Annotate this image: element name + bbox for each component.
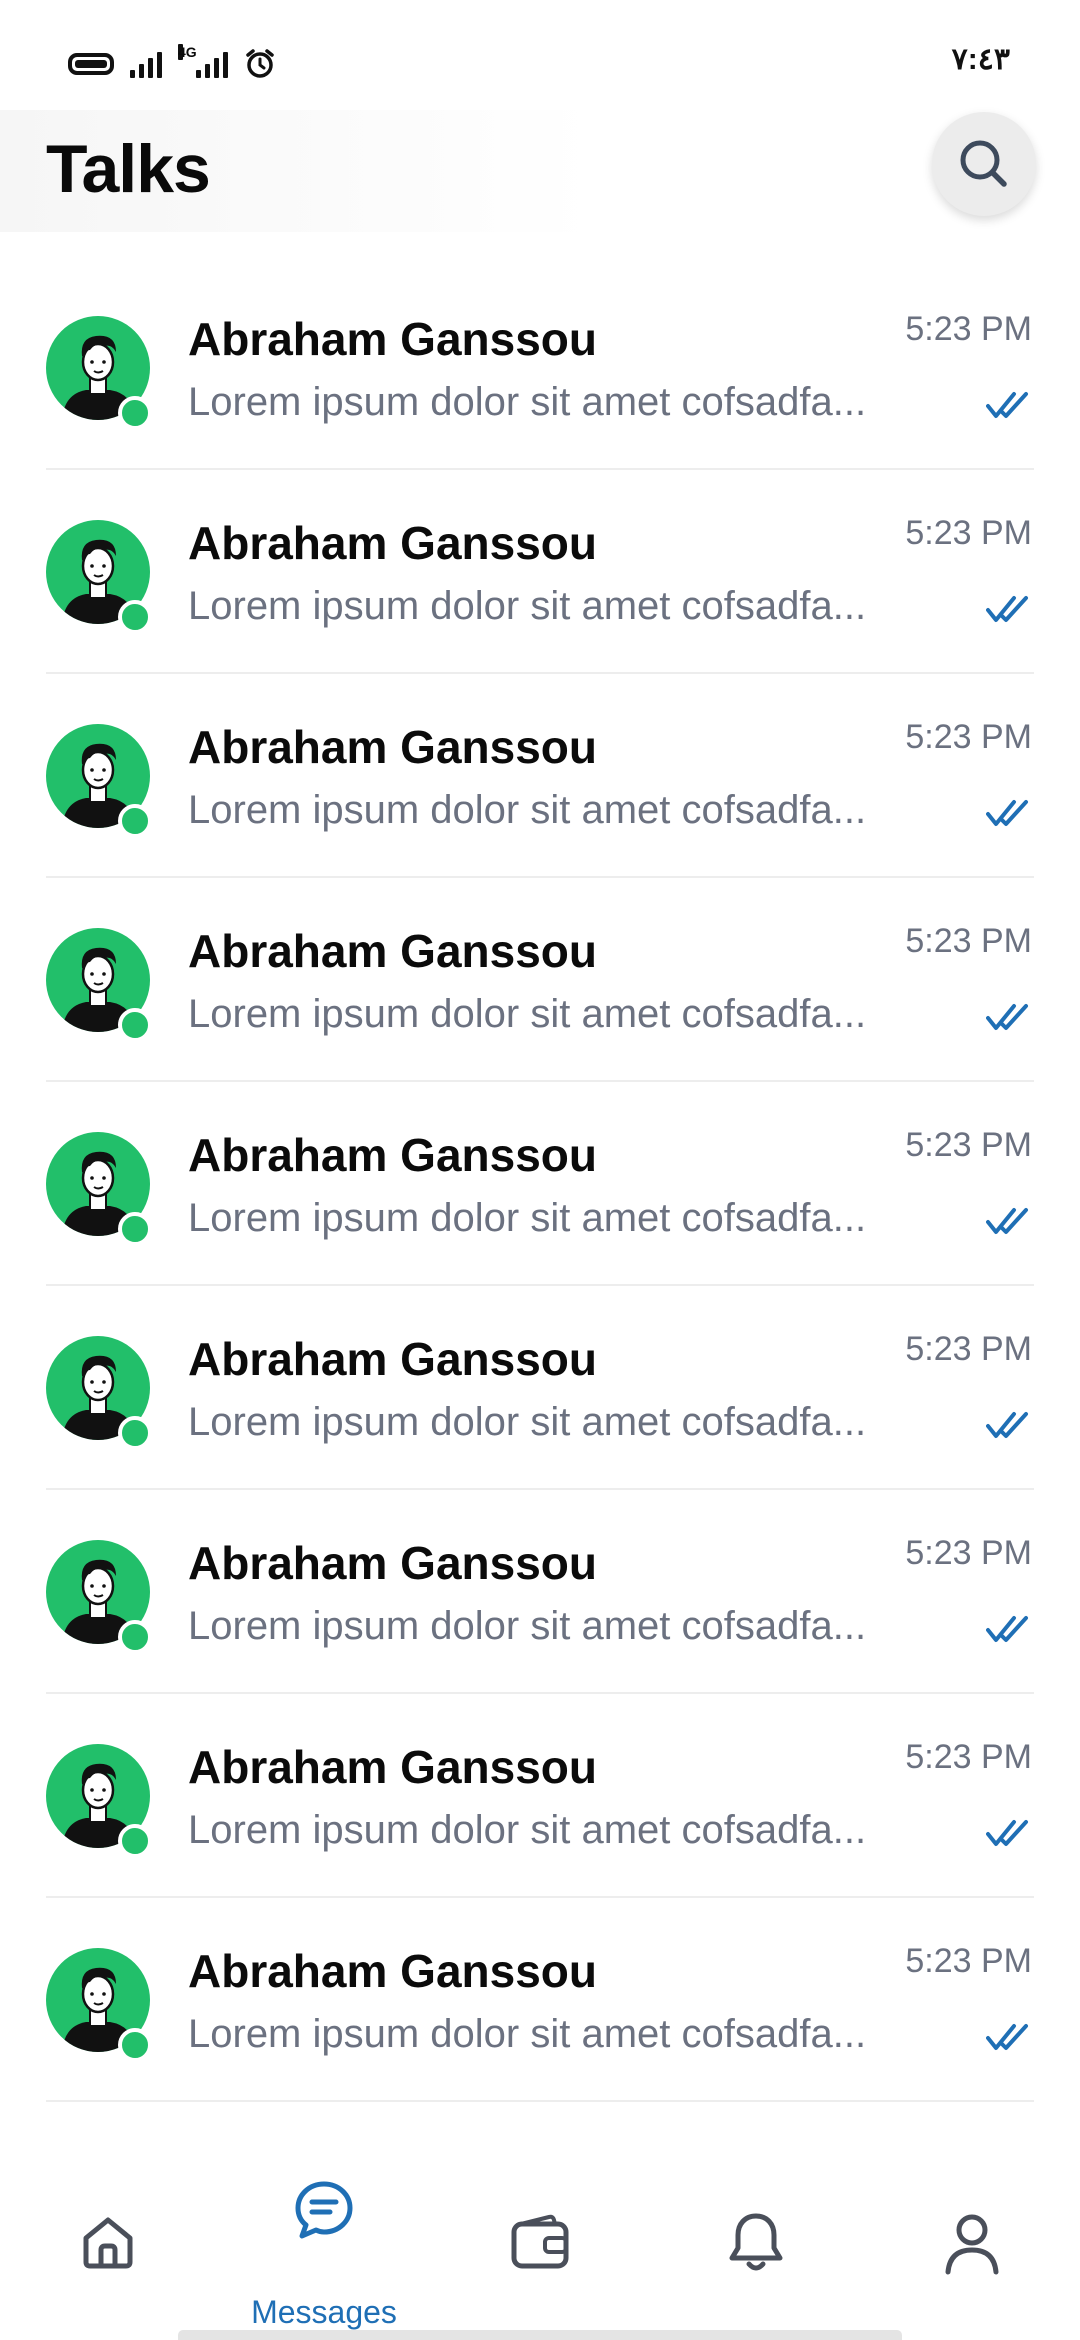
status-icons: 4G xyxy=(68,44,276,80)
contact-name: Abraham Ganssou xyxy=(188,721,597,773)
contact-name: Abraham Ganssou xyxy=(188,313,597,365)
online-status-indicator xyxy=(118,1416,152,1450)
message-time: 5:23 PM xyxy=(905,1126,1032,1164)
signal-4g-icon: 4G xyxy=(178,44,228,78)
page-title: Talks xyxy=(46,131,211,207)
home-icon xyxy=(83,2217,133,2269)
message-time: 5:23 PM xyxy=(905,1330,1032,1368)
bell-icon xyxy=(729,2213,783,2271)
nav-messages[interactable]: Messages xyxy=(216,2150,432,2340)
nav-profile[interactable] xyxy=(864,2150,1080,2340)
message-time: 5:23 PM xyxy=(905,718,1032,756)
conversation-row[interactable]: Abraham Ganssou Lorem ipsum dolor sit ame… xyxy=(0,1490,1080,1694)
online-status-indicator xyxy=(118,396,152,430)
message-time: 5:23 PM xyxy=(905,310,1032,348)
message-time: 5:23 PM xyxy=(905,514,1032,552)
message-time: 5:23 PM xyxy=(905,922,1032,960)
contact-name: Abraham Ganssou xyxy=(188,1945,597,1997)
nav-home[interactable] xyxy=(0,2150,216,2340)
search-button[interactable] xyxy=(932,112,1036,216)
battery-icon xyxy=(68,53,114,75)
message-time: 5:23 PM xyxy=(905,1942,1032,1980)
home-indicator xyxy=(178,2330,902,2340)
last-message-preview: Lorem ipsum dolor sit amet cofsadfa... xyxy=(188,2012,867,2056)
double-check-icon xyxy=(986,1206,1032,1236)
message-time: 5:23 PM xyxy=(905,1738,1032,1776)
network-type-label: 4G xyxy=(178,44,197,60)
bottom-nav: Messages xyxy=(0,2150,1080,2340)
conversation-row[interactable]: Abraham Ganssou Lorem ipsum dolor sit ame… xyxy=(0,1082,1080,1286)
online-status-indicator xyxy=(118,1620,152,1654)
last-message-preview: Lorem ipsum dolor sit amet cofsadfa... xyxy=(188,992,867,1036)
online-status-indicator xyxy=(118,2028,152,2062)
conversation-row[interactable]: Abraham Ganssou Lorem ipsum dolor sit ame… xyxy=(0,1694,1080,1898)
contact-name: Abraham Ganssou xyxy=(188,1129,597,1181)
wallet-icon xyxy=(511,2214,569,2269)
double-check-icon xyxy=(986,1410,1032,1440)
contact-name: Abraham Ganssou xyxy=(188,1537,597,1589)
double-check-icon xyxy=(986,390,1032,420)
signal-icon xyxy=(130,50,162,78)
alarm-icon xyxy=(246,49,274,78)
last-message-preview: Lorem ipsum dolor sit amet cofsadfa... xyxy=(188,1604,867,1648)
double-check-icon xyxy=(986,594,1032,624)
conversation-row[interactable]: Abraham Ganssou Lorem ipsum dolor sit ame… xyxy=(0,266,1080,470)
double-check-icon xyxy=(986,798,1032,828)
nav-messages-label: Messages xyxy=(251,2294,397,2330)
double-check-icon xyxy=(986,1818,1032,1848)
last-message-preview: Lorem ipsum dolor sit amet cofsadfa... xyxy=(188,788,867,832)
last-message-preview: Lorem ipsum dolor sit amet cofsadfa... xyxy=(188,1196,867,1240)
last-message-preview: Lorem ipsum dolor sit amet cofsadfa... xyxy=(188,1400,867,1444)
conversation-row[interactable]: Abraham Ganssou Lorem ipsum dolor sit ame… xyxy=(0,878,1080,1082)
contact-name: Abraham Ganssou xyxy=(188,925,597,977)
messages-icon xyxy=(295,2181,353,2239)
status-bar: 4G ٧:٤٣ xyxy=(0,0,1080,110)
double-check-icon xyxy=(986,1614,1032,1644)
double-check-icon xyxy=(986,2022,1032,2052)
conversation-row[interactable]: Abraham Ganssou Lorem ipsum dolor sit ame… xyxy=(0,1286,1080,1490)
conversation-row[interactable]: Abraham Ganssou Lorem ipsum dolor sit ame… xyxy=(0,470,1080,674)
last-message-preview: Lorem ipsum dolor sit amet cofsadfa... xyxy=(188,584,867,628)
conversation-row[interactable]: Abraham Ganssou Lorem ipsum dolor sit ame… xyxy=(0,674,1080,878)
online-status-indicator xyxy=(118,804,152,838)
double-check-icon xyxy=(986,1002,1032,1032)
online-status-indicator xyxy=(118,1008,152,1042)
profile-icon xyxy=(945,2214,999,2275)
contact-name: Abraham Ganssou xyxy=(188,1333,597,1385)
conversation-list: Abraham Ganssou Lorem ipsum dolor sit ame… xyxy=(0,266,1080,2156)
search-icon xyxy=(960,140,1007,187)
nav-wallet[interactable] xyxy=(432,2150,648,2340)
contact-name: Abraham Ganssou xyxy=(188,1741,597,1793)
app-header: Talks xyxy=(0,110,1080,232)
contact-name: Abraham Ganssou xyxy=(188,517,597,569)
last-message-preview: Lorem ipsum dolor sit amet cofsadfa... xyxy=(188,1808,867,1852)
last-message-preview: Lorem ipsum dolor sit amet cofsadfa... xyxy=(188,380,867,424)
status-time: ٧:٤٣ xyxy=(951,43,1010,76)
message-time: 5:23 PM xyxy=(905,1534,1032,1572)
online-status-indicator xyxy=(118,1212,152,1246)
nav-notifications[interactable] xyxy=(648,2150,864,2340)
online-status-indicator xyxy=(118,1824,152,1858)
conversation-row[interactable]: Abraham Ganssou Lorem ipsum dolor sit ame… xyxy=(0,1898,1080,2102)
online-status-indicator xyxy=(118,600,152,634)
